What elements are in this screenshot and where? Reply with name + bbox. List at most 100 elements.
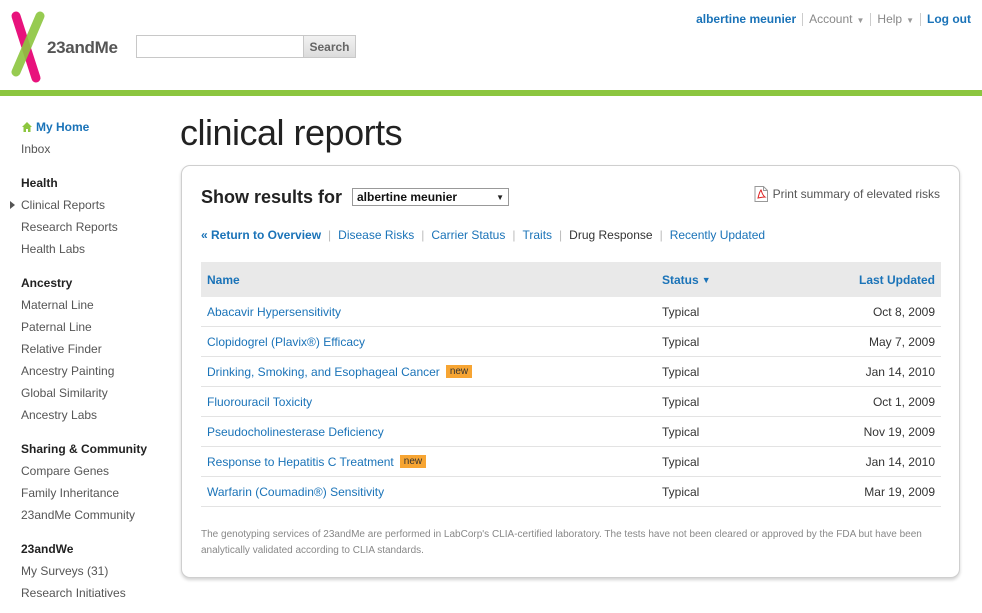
profile-select[interactable]: albertine meunier ▼ xyxy=(352,188,509,206)
report-link[interactable]: Fluorouracil Toxicity xyxy=(207,395,312,409)
report-status: Typical xyxy=(662,304,700,319)
sidebar-item-global-similarity[interactable]: Global Similarity xyxy=(21,382,171,404)
table-header: Name Status ▼ Last Updated xyxy=(201,262,941,297)
tab-drug-response: Drug Response xyxy=(569,228,653,242)
sidebar-item-maternal-line[interactable]: Maternal Line xyxy=(21,294,171,316)
chevron-down-icon: ▼ xyxy=(856,16,865,25)
report-name-cell: Drinking, Smoking, and Esophageal Cancer… xyxy=(201,365,662,379)
new-badge: new xyxy=(399,455,427,468)
help-label: Help xyxy=(877,12,903,26)
report-link[interactable]: Clopidogrel (Plavix®) Efficacy xyxy=(207,335,365,349)
account-menu[interactable]: Account ▼ xyxy=(809,12,864,26)
table-row: Clopidogrel (Plavix®) Efficacy Typical M… xyxy=(201,327,941,357)
help-menu[interactable]: Help ▼ xyxy=(877,12,914,26)
table-row: Abacavir Hypersensitivity Typical Oct 8,… xyxy=(201,297,941,327)
return-to-overview-link[interactable]: « Return to Overview xyxy=(201,228,321,242)
top-navigation: albertine meunier Account ▼ Help ▼ Log out xyxy=(696,12,971,26)
report-status: Typical xyxy=(662,394,700,409)
table-row: Warfarin (Coumadin®) Sensitivity Typical… xyxy=(201,477,941,507)
sidebar-item-research-reports[interactable]: Research Reports xyxy=(21,216,171,238)
report-link[interactable]: Drinking, Smoking, and Esophageal Cancer xyxy=(207,365,440,379)
report-name-cell: Warfarin (Coumadin®) Sensitivity xyxy=(201,485,662,499)
sidebar-item-inbox[interactable]: Inbox xyxy=(21,138,171,160)
sidebar-item-relative-finder[interactable]: Relative Finder xyxy=(21,338,171,360)
report-date: Nov 19, 2009 xyxy=(863,424,935,439)
search-button[interactable]: Search xyxy=(303,35,356,58)
site-header: 23andMe Search albertine meunier Account… xyxy=(0,0,982,96)
report-status: Typical xyxy=(662,454,700,469)
sort-down-icon: ▼ xyxy=(701,274,711,285)
brand-logo[interactable]: 23andMe xyxy=(10,10,120,84)
report-status: Typical xyxy=(662,334,700,349)
search-input[interactable] xyxy=(136,35,304,58)
report-name-cell: Pseudocholinesterase Deficiency xyxy=(201,425,662,439)
sidebar-heading-ancestry: Ancestry xyxy=(21,276,73,290)
sidebar-item-clinical-reports[interactable]: Clinical Reports xyxy=(10,194,171,216)
chevron-down-icon: ▼ xyxy=(496,192,504,202)
sidebar-item-my-home[interactable]: My Home xyxy=(21,116,171,138)
report-status: Typical xyxy=(662,364,700,379)
pdf-icon xyxy=(754,186,768,202)
sidebar-item-compare-genes[interactable]: Compare Genes xyxy=(21,460,171,482)
print-summary-label: Print summary of elevated risks xyxy=(772,187,940,201)
sidebar-item-ancestry-labs[interactable]: Ancestry Labs xyxy=(21,404,171,426)
sidebar-item-family-inheritance[interactable]: Family Inheritance xyxy=(21,482,171,504)
report-name-cell: Fluorouracil Toxicity xyxy=(201,395,662,409)
tab-recently-updated[interactable]: Recently Updated xyxy=(670,228,765,242)
tab-carrier-status[interactable]: Carrier Status xyxy=(431,228,505,242)
home-icon xyxy=(22,122,32,132)
sidebar-heading-sharing-community: Sharing & Community xyxy=(21,442,148,456)
report-name-cell: Clopidogrel (Plavix®) Efficacy xyxy=(201,335,662,349)
report-link[interactable]: Warfarin (Coumadin®) Sensitivity xyxy=(207,485,384,499)
divider: | xyxy=(328,228,332,242)
sidebar-item-label: Clinical Reports xyxy=(21,198,106,212)
reports-panel: Show results for albertine meunier ▼ Pri… xyxy=(181,165,960,578)
tab-traits[interactable]: Traits xyxy=(522,228,552,242)
report-link[interactable]: Abacavir Hypersensitivity xyxy=(207,305,341,319)
report-category-nav: « Return to Overview | Disease Risks | C… xyxy=(201,228,765,242)
divider: | xyxy=(559,228,563,242)
report-date: May 7, 2009 xyxy=(868,334,935,349)
table-row: Drinking, Smoking, and Esophageal Cancer… xyxy=(201,357,941,387)
column-header-status[interactable]: Status ▼ xyxy=(662,273,802,287)
report-link[interactable]: Response to Hepatitis C Treatment xyxy=(207,455,394,469)
column-header-name[interactable]: Name xyxy=(201,273,662,287)
user-name-link[interactable]: albertine meunier xyxy=(696,12,796,26)
print-summary-link[interactable]: Print summary of elevated risks xyxy=(754,186,940,202)
report-date: Mar 19, 2009 xyxy=(864,484,935,499)
logout-link[interactable]: Log out xyxy=(927,12,971,26)
sidebar-heading-23andwe: 23andWe xyxy=(21,542,74,556)
sidebar-item-label: My Home xyxy=(36,120,90,134)
divider: | xyxy=(421,228,425,242)
table-row: Fluorouracil Toxicity Typical Oct 1, 200… xyxy=(201,387,941,417)
sidebar-item-ancestry-painting[interactable]: Ancestry Painting xyxy=(21,360,171,382)
show-results-label: Show results for xyxy=(201,187,343,207)
divider: | xyxy=(659,228,663,242)
table-row: Pseudocholinesterase Deficiency Typical … xyxy=(201,417,941,447)
divider xyxy=(870,12,872,26)
page-title: clinical reports xyxy=(180,112,403,153)
reports-table: Name Status ▼ Last Updated Abacavir Hype… xyxy=(201,262,941,507)
sidebar-item-my-surveys[interactable]: My Surveys (31) xyxy=(21,560,171,582)
sidebar-item-research-initiatives[interactable]: Research Initiatives xyxy=(21,582,171,604)
clia-disclaimer: The genotyping services of 23andMe are p… xyxy=(201,529,922,556)
current-page-arrow-icon xyxy=(10,201,15,209)
report-status: Typical xyxy=(662,484,700,499)
report-date: Oct 8, 2009 xyxy=(872,304,935,319)
report-link[interactable]: Pseudocholinesterase Deficiency xyxy=(207,425,384,439)
tab-disease-risks[interactable]: Disease Risks xyxy=(338,228,414,242)
sidebar-item-23andme-community[interactable]: 23andMe Community xyxy=(21,504,171,526)
report-date: Jan 14, 2010 xyxy=(865,454,935,469)
report-name-cell: Abacavir Hypersensitivity xyxy=(201,305,662,319)
table-row: Response to Hepatitis C Treatment new Ty… xyxy=(201,447,941,477)
sidebar-item-paternal-line[interactable]: Paternal Line xyxy=(21,316,171,338)
report-name-cell: Response to Hepatitis C Treatment new xyxy=(201,455,662,469)
report-status: Typical xyxy=(662,424,700,439)
new-badge: new xyxy=(445,365,473,378)
sidebar: My Home Inbox Health Clinical Reports Re… xyxy=(10,116,171,604)
sidebar-item-health-labs[interactable]: Health Labs xyxy=(21,238,171,260)
report-date: Jan 14, 2010 xyxy=(865,364,935,379)
brand-name: 23andMe xyxy=(47,38,118,57)
account-label: Account xyxy=(809,12,853,26)
column-header-last-updated[interactable]: Last Updated xyxy=(802,273,941,287)
